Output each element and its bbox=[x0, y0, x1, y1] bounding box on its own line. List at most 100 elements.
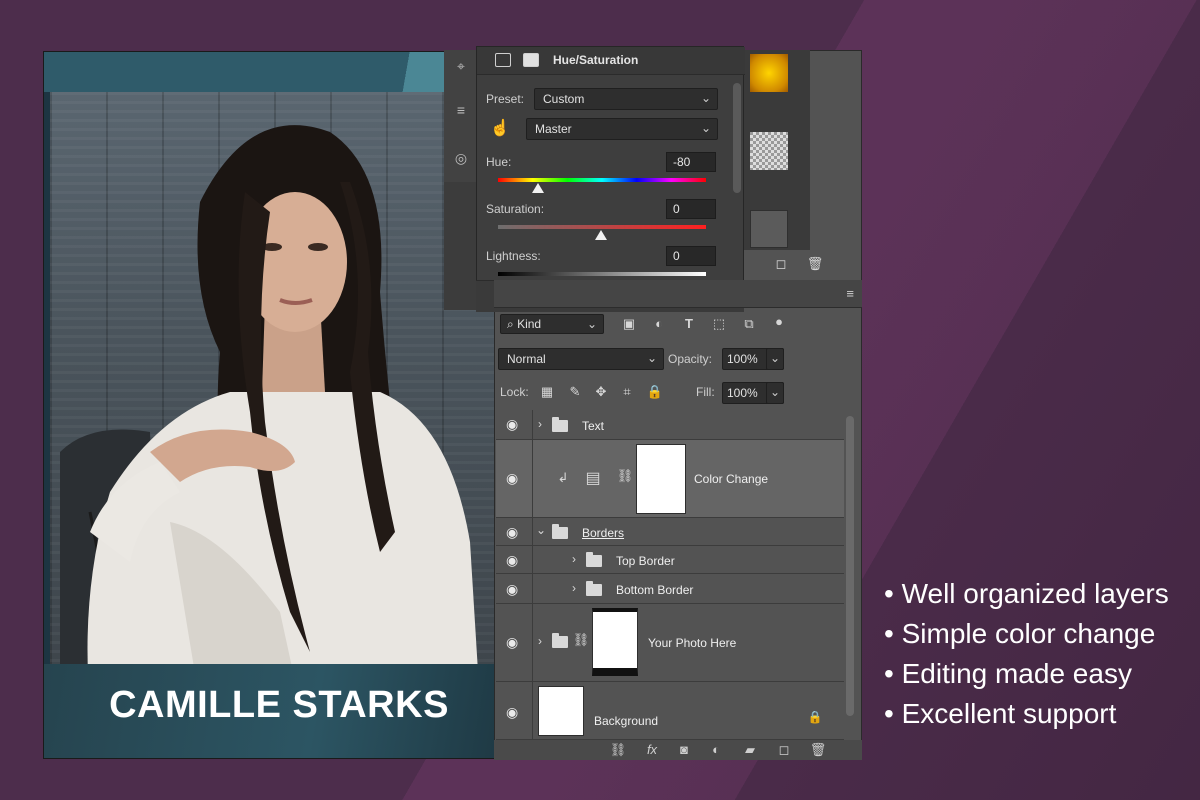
layers-scrollbar[interactable] bbox=[846, 416, 854, 716]
layer-mask-thumbnail[interactable] bbox=[636, 444, 686, 514]
chevron-down-icon: ⌄ bbox=[769, 385, 780, 399]
link-icon[interactable]: ⛓ bbox=[572, 632, 590, 648]
fill-dropdown[interactable]: ⌄ bbox=[766, 382, 784, 404]
eye-divider bbox=[532, 440, 533, 517]
eye-icon[interactable]: ◉ bbox=[506, 704, 518, 721]
preset-value: Custom bbox=[543, 92, 585, 106]
blend-row: Normal ⌄ Opacity: 100% ⌄ bbox=[494, 344, 862, 372]
adjustment-layer-icon[interactable] bbox=[495, 53, 511, 67]
eye-divider bbox=[532, 574, 533, 603]
hue-saturation-adjustment-icon: ▤ bbox=[585, 470, 601, 487]
lock-all-icon[interactable]: 🔒 bbox=[646, 384, 664, 400]
lock-position-icon[interactable]: ✥ bbox=[592, 384, 610, 400]
libraries-icon[interactable]: ◎ bbox=[452, 150, 470, 168]
eye-divider bbox=[532, 410, 533, 439]
eye-divider bbox=[532, 604, 533, 681]
opacity-dropdown[interactable]: ⌄ bbox=[766, 348, 784, 370]
folder-icon bbox=[586, 552, 602, 567]
blend-mode-value: Normal bbox=[507, 352, 546, 366]
pixel-filter-icon[interactable]: ▣ bbox=[620, 316, 638, 332]
eye-icon[interactable]: ◉ bbox=[506, 581, 518, 598]
hue-slider-thumb[interactable] bbox=[532, 183, 544, 193]
new-item-icon[interactable]: ◻ bbox=[772, 256, 790, 272]
layers-panel-header: ≡ bbox=[494, 280, 862, 308]
chevron-down-icon[interactable]: ⌄ bbox=[536, 523, 546, 537]
feature-list: • Well organized layers • Simple color c… bbox=[884, 576, 1169, 736]
chevron-down-icon: ⌄ bbox=[700, 91, 711, 105]
portrait-photo bbox=[60, 125, 480, 704]
fx-icon[interactable]: fx bbox=[642, 742, 662, 757]
eye-divider bbox=[532, 682, 533, 739]
filter-toggle-icon[interactable]: ● bbox=[770, 314, 788, 329]
feature-item: • Excellent support bbox=[884, 698, 1117, 729]
layer-row-your-photo-here[interactable]: ◉ › ⛓ Your Photo Here bbox=[496, 604, 844, 682]
hue-input[interactable]: -80 bbox=[666, 152, 716, 172]
layer-row-bottom-border[interactable]: ◉ › Bottom Border bbox=[496, 574, 844, 604]
eye-icon[interactable]: ◉ bbox=[506, 470, 518, 487]
lightness-input[interactable]: 0 bbox=[666, 246, 716, 266]
brush-preset-icon[interactable]: ⌖ bbox=[452, 58, 470, 76]
shape-filter-icon[interactable]: ⬚ bbox=[710, 316, 728, 332]
layer-row-text[interactable]: ◉ › Text bbox=[496, 410, 844, 440]
eye-icon[interactable]: ◉ bbox=[506, 416, 518, 433]
link-icon[interactable]: ⛓ bbox=[616, 468, 634, 484]
filter-kind-select[interactable]: ⌕ Kind ⌄ bbox=[500, 314, 604, 334]
layer-name: Color Change bbox=[694, 472, 769, 486]
preset-label: Preset: bbox=[486, 92, 525, 106]
folder-icon bbox=[552, 417, 568, 432]
delete-layer-icon[interactable]: 🗑 bbox=[808, 742, 828, 758]
chevron-right-icon[interactable]: › bbox=[572, 552, 576, 566]
new-layer-icon[interactable]: ◻ bbox=[774, 742, 794, 758]
pattern-swatch[interactable] bbox=[750, 132, 788, 170]
type-filter-icon[interactable]: T bbox=[680, 316, 698, 331]
saturation-label: Saturation: bbox=[486, 202, 545, 216]
layer-filter-row: ⌕ Kind ⌄ ▣ ◐ T ⬚ ⧉ ● bbox=[494, 312, 862, 340]
saturation-input[interactable]: 0 bbox=[666, 199, 716, 219]
feature-text: Simple color change bbox=[901, 618, 1156, 649]
smart-object-filter-icon[interactable]: ⧉ bbox=[740, 316, 758, 332]
saturation-slider-track[interactable] bbox=[498, 225, 706, 229]
group-mask-thumbnail[interactable] bbox=[592, 608, 638, 676]
chevron-right-icon[interactable]: › bbox=[538, 417, 542, 431]
poster-photo bbox=[50, 92, 494, 704]
link-layers-icon[interactable]: ⛓ bbox=[608, 742, 628, 758]
gray-swatch[interactable] bbox=[750, 210, 788, 248]
blend-mode-select[interactable]: Normal ⌄ bbox=[498, 348, 664, 370]
chevron-right-icon[interactable]: › bbox=[538, 634, 542, 648]
new-adjustment-icon[interactable]: ◐ bbox=[706, 742, 726, 757]
lock-artboard-icon[interactable]: ⌗ bbox=[618, 384, 636, 400]
adjustment-filter-icon[interactable]: ◐ bbox=[650, 316, 668, 331]
eye-icon[interactable]: ◉ bbox=[506, 634, 518, 651]
gradient-swatch[interactable] bbox=[750, 54, 788, 92]
lock-label: Lock: bbox=[500, 385, 529, 399]
trash-icon[interactable]: 🗑 bbox=[806, 256, 824, 272]
targeted-adjustment-hand-icon[interactable]: ☝ bbox=[490, 118, 510, 138]
lock-transparent-icon[interactable]: ▦ bbox=[538, 384, 556, 400]
saturation-slider-thumb[interactable] bbox=[595, 230, 607, 240]
preset-select[interactable]: Custom ⌄ bbox=[534, 88, 718, 110]
collapsed-tool-strip: ⌖ ≡ ◎ bbox=[444, 50, 478, 182]
layer-row-top-border[interactable]: ◉ › Top Border bbox=[496, 546, 844, 574]
hue-slider-track[interactable] bbox=[498, 178, 706, 182]
add-mask-icon[interactable]: ◙ bbox=[674, 742, 694, 757]
chevron-right-icon[interactable]: › bbox=[572, 581, 576, 595]
folder-icon bbox=[552, 633, 568, 648]
layer-name: Top Border bbox=[616, 554, 675, 568]
eye-icon[interactable]: ◉ bbox=[506, 552, 518, 569]
eye-divider bbox=[532, 546, 533, 573]
lock-image-brush-icon[interactable]: ✎ bbox=[566, 384, 584, 400]
mask-icon[interactable] bbox=[523, 53, 539, 67]
background-thumbnail[interactable] bbox=[538, 686, 584, 736]
lightness-label: Lightness: bbox=[486, 249, 541, 263]
new-group-icon[interactable]: ▰ bbox=[740, 742, 760, 758]
layer-row-borders[interactable]: ◉ ⌄ Borders bbox=[496, 518, 844, 546]
lock-icon: 🔒 bbox=[807, 710, 823, 724]
eye-icon[interactable]: ◉ bbox=[506, 524, 518, 541]
channel-select[interactable]: Master ⌄ bbox=[526, 118, 718, 140]
layer-row-color-change[interactable]: ◉ ↲ ▤ ⛓ Color Change bbox=[496, 440, 844, 518]
adjustments-icon[interactable]: ≡ bbox=[452, 102, 470, 120]
layer-row-background[interactable]: ◉ Background 🔒 bbox=[496, 682, 844, 740]
lightness-slider-track[interactable] bbox=[498, 272, 706, 276]
properties-scrollbar[interactable] bbox=[733, 83, 741, 193]
panel-menu-icon[interactable]: ≡ bbox=[846, 286, 854, 301]
